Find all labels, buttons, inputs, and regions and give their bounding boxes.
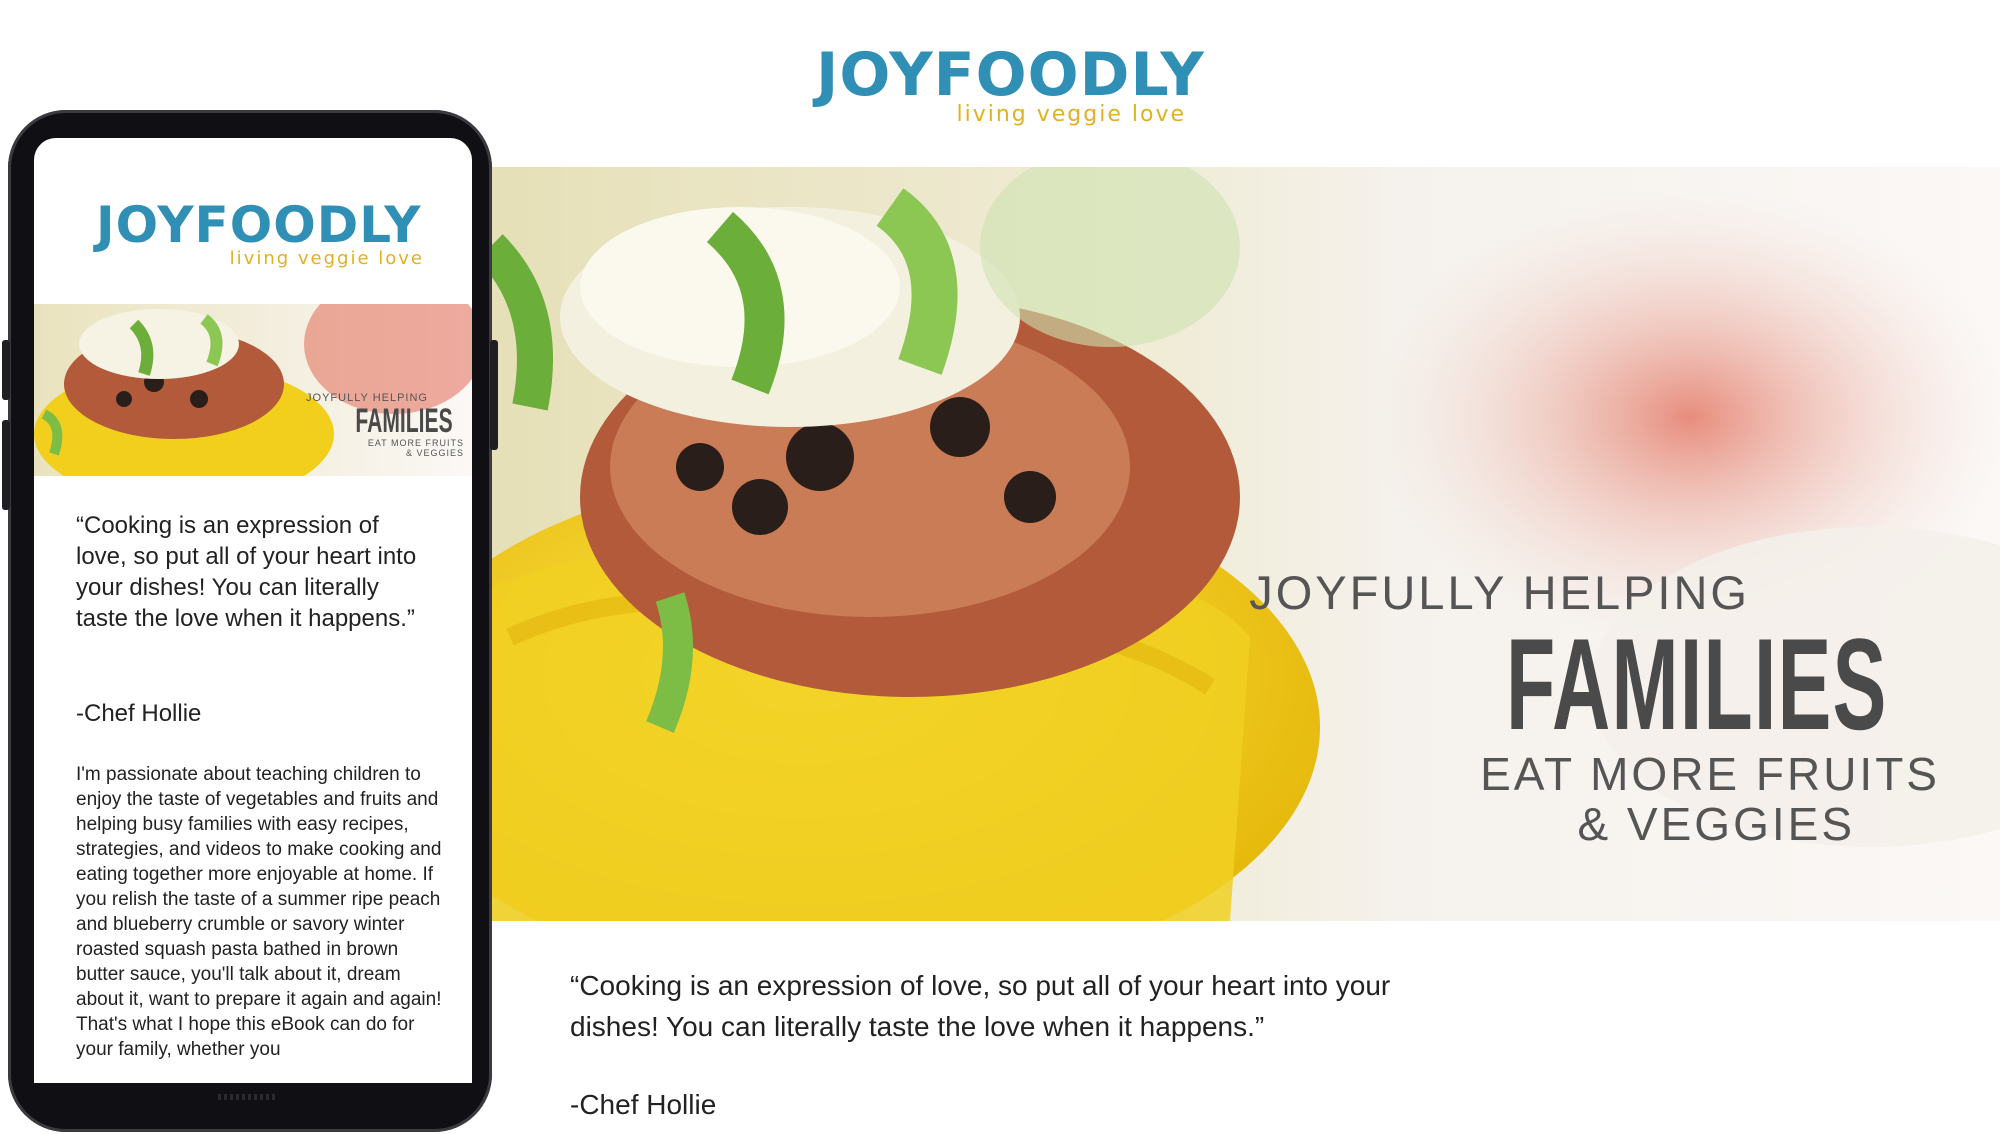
chef-quote: “Cooking is an expression of love, so pu… [570,970,1391,1042]
logo-wordmark: JOYFOODLY [816,40,1205,110]
hero-line-4: & VEGGIES [1577,798,1855,850]
hero-line-2: FAMILIES [1506,611,1888,757]
hero-headline: JOYFULLY HELPING FAMILIES EAT MORE FRUIT… [1240,567,1940,850]
phone-screen[interactable]: JOYFOODLY living veggie love JOYFULLY HE… [34,138,472,1083]
phone-hero-line-2: FAMILIES [355,402,453,440]
site-logo[interactable]: JOYFOODLY living veggie love [816,40,1205,127]
phone-chef-attribution: -Chef Hollie [76,700,202,727]
phone-volume-button [2,340,10,400]
phone-speaker-grill [218,1094,278,1100]
phone-volume-button [2,420,10,510]
phone-power-button [490,340,498,450]
phone-hero-line-4: & VEGGIES [405,448,464,458]
hero-banner: JOYFULLY HELPING FAMILIES EAT MORE FRUIT… [490,167,2000,921]
phone-logo-wordmark: JOYFOODLY [96,196,422,254]
phone-hero-headline: JOYFULLY HELPING FAMILIES EAT MORE FRUIT… [289,392,464,458]
phone-chef-quote: “Cooking is an expression of love, so pu… [76,512,417,632]
phone-intro-text: I'm passionate about teaching children t… [76,764,442,1060]
phone-site-logo[interactable]: JOYFOODLY living veggie love [96,198,424,269]
phone-hero-banner: JOYFULLY HELPING FAMILIES EAT MORE FRUIT… [34,304,472,476]
phone-mockup: JOYFOODLY living veggie love JOYFULLY HE… [2,110,498,1132]
chef-attribution: -Chef Hollie [570,1089,717,1120]
